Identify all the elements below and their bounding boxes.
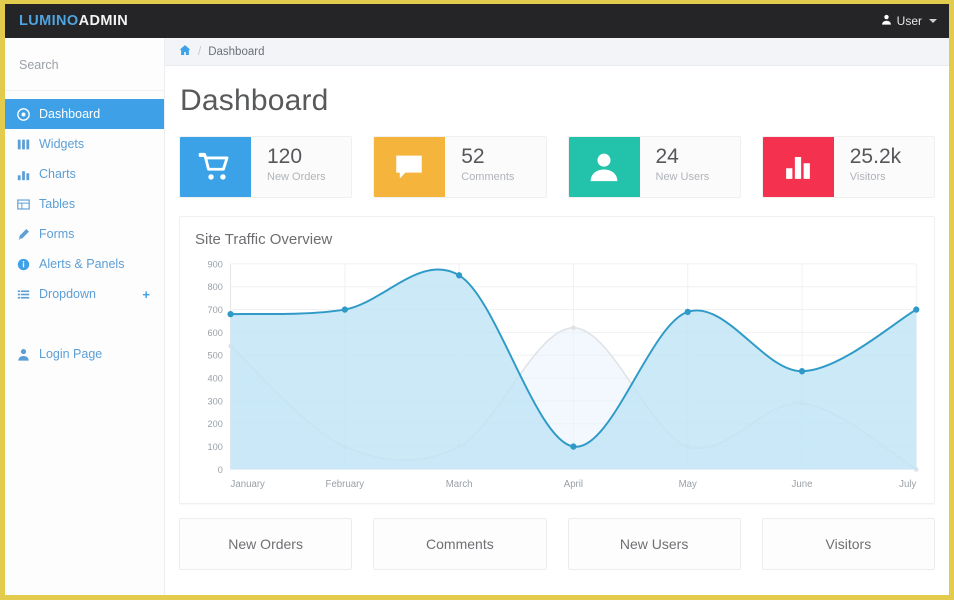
stat-card-text: 120 New Orders [251, 137, 326, 197]
dashboard-circle-icon [17, 107, 39, 121]
sidebar: Dashboard Widgets Charts Tables Forms [5, 38, 165, 595]
svg-text:June: June [792, 479, 813, 490]
svg-text:300: 300 [208, 396, 223, 406]
user-menu[interactable]: User [881, 14, 937, 28]
svg-text:900: 900 [208, 259, 223, 269]
svg-text:400: 400 [208, 373, 223, 383]
shopping-cart-icon [180, 137, 251, 197]
sidebar-item-forms[interactable]: Forms [5, 219, 164, 249]
sidebar-item-login-page[interactable]: Login Page [5, 339, 164, 369]
user-icon [17, 348, 39, 361]
sidebar-item-widgets[interactable]: Widgets [5, 129, 164, 159]
breadcrumb-current: Dashboard [208, 45, 265, 58]
stat-card-value: 25.2k [849, 145, 902, 168]
main-content: / Dashboard Dashboard 120 New Orders 52 … [165, 38, 949, 595]
svg-text:0: 0 [218, 465, 223, 475]
svg-text:500: 500 [208, 351, 223, 361]
stat-card-text: 52 Comments [445, 137, 514, 197]
stat-card-value: 24 [655, 145, 679, 168]
user-icon [881, 14, 892, 28]
svg-text:100: 100 [208, 442, 223, 452]
brand-logo-secondary: ADMIN [78, 13, 129, 29]
user-icon [568, 137, 640, 197]
breadcrumb-separator: / [198, 45, 202, 58]
sidebar-item-label: Dashboard [39, 107, 101, 121]
site-traffic-chart[interactable]: 0 100 200 300 400 500 600 700 800 900 January Febru… [190, 256, 924, 503]
page-title: Dashboard [180, 84, 329, 117]
sidebar-item-label: Dropdown [39, 287, 96, 301]
top-navbar: LUMINOADMIN User [5, 4, 949, 38]
svg-text:700: 700 [208, 305, 223, 315]
svg-text:March: March [446, 479, 473, 490]
pencil-icon [17, 228, 39, 241]
footer-panel-title: New Orders [228, 536, 303, 552]
stat-card-new-users[interactable]: 24 New Users [567, 136, 741, 198]
sidebar-item-label: Alerts & Panels [39, 257, 125, 271]
svg-text:February: February [326, 479, 365, 490]
info-circle-icon [17, 258, 39, 271]
svg-text:May: May [679, 479, 697, 490]
sidebar-item-label: Forms [39, 227, 75, 241]
svg-text:April: April [564, 479, 583, 490]
footer-panel-new-orders[interactable]: New Orders [179, 518, 353, 570]
stat-cards: 120 New Orders 52 Comments 24 New Users … [165, 118, 949, 198]
footer-panel-new-users[interactable]: New Users [567, 518, 741, 570]
footer-panel-title: Comments [426, 536, 494, 552]
search-box[interactable] [5, 38, 164, 90]
sidebar-divider [5, 90, 164, 91]
chart-title: Site Traffic Overview [195, 231, 333, 248]
footer-panel-comments[interactable]: Comments [373, 518, 547, 570]
sidebar-item-charts[interactable]: Charts [5, 159, 164, 189]
app-window: LUMINOADMIN User Dashboard Widgets [0, 0, 954, 600]
svg-text:200: 200 [208, 419, 223, 429]
bar-chart-icon [17, 168, 39, 181]
sidebar-item-tables[interactable]: Tables [5, 189, 164, 219]
stat-card-label: New Orders [267, 171, 326, 184]
list-icon [17, 288, 39, 301]
widgets-grid-icon [17, 138, 39, 151]
brand-logo-primary: LUMINO [19, 13, 79, 29]
search-input[interactable] [19, 56, 150, 74]
sidebar-item-label: Login Page [39, 347, 103, 361]
footer-panel-visitors[interactable]: Visitors [761, 518, 935, 570]
comment-icon [374, 137, 446, 197]
sidebar-item-dropdown[interactable]: Dropdown + [5, 279, 164, 309]
home-icon[interactable] [179, 44, 191, 59]
svg-text:600: 600 [208, 328, 223, 338]
stat-card-comments[interactable]: 52 Comments [373, 136, 547, 198]
footer-panels: New Orders Comments New Users Visitors [165, 504, 949, 570]
sidebar-item-label: Charts [39, 167, 76, 181]
sidebar-item-alerts-panels[interactable]: Alerts & Panels [5, 249, 164, 279]
footer-panel-title: Visitors [825, 536, 872, 552]
footer-panel-title: New Users [619, 536, 689, 552]
chart-area: 0 100 200 300 400 500 600 700 800 900 January Febru… [180, 248, 934, 503]
brand-logo[interactable]: LUMINOADMIN [19, 13, 128, 29]
stat-card-new-orders[interactable]: 120 New Orders [179, 136, 353, 198]
stat-card-label: New Users [655, 171, 710, 184]
plus-icon[interactable]: + [142, 288, 150, 301]
stat-card-value: 52 [461, 145, 485, 168]
sidebar-item-label: Tables [39, 197, 76, 211]
stat-card-text: 25.2k Visitors [834, 137, 901, 197]
bar-chart-icon [762, 137, 834, 197]
svg-text:July: July [899, 479, 916, 490]
stat-card-label: Visitors [849, 171, 886, 184]
user-menu-label: User [896, 14, 922, 28]
stat-card-visitors[interactable]: 25.2k Visitors [761, 136, 935, 198]
breadcrumb: / Dashboard [165, 38, 949, 66]
chart-panel: Site Traffic Overview 0 100 200 300 400 500 60… [179, 216, 935, 504]
table-icon [17, 198, 39, 211]
svg-text:800: 800 [208, 282, 223, 292]
sidebar-item-label: Widgets [39, 137, 85, 151]
stat-card-value: 120 [267, 145, 303, 168]
stat-card-text: 24 New Users [640, 137, 710, 197]
stat-card-label: Comments [461, 171, 515, 184]
svg-text:January: January [231, 479, 265, 490]
caret-down-icon [929, 19, 937, 23]
sidebar-item-dashboard[interactable]: Dashboard [5, 99, 164, 129]
